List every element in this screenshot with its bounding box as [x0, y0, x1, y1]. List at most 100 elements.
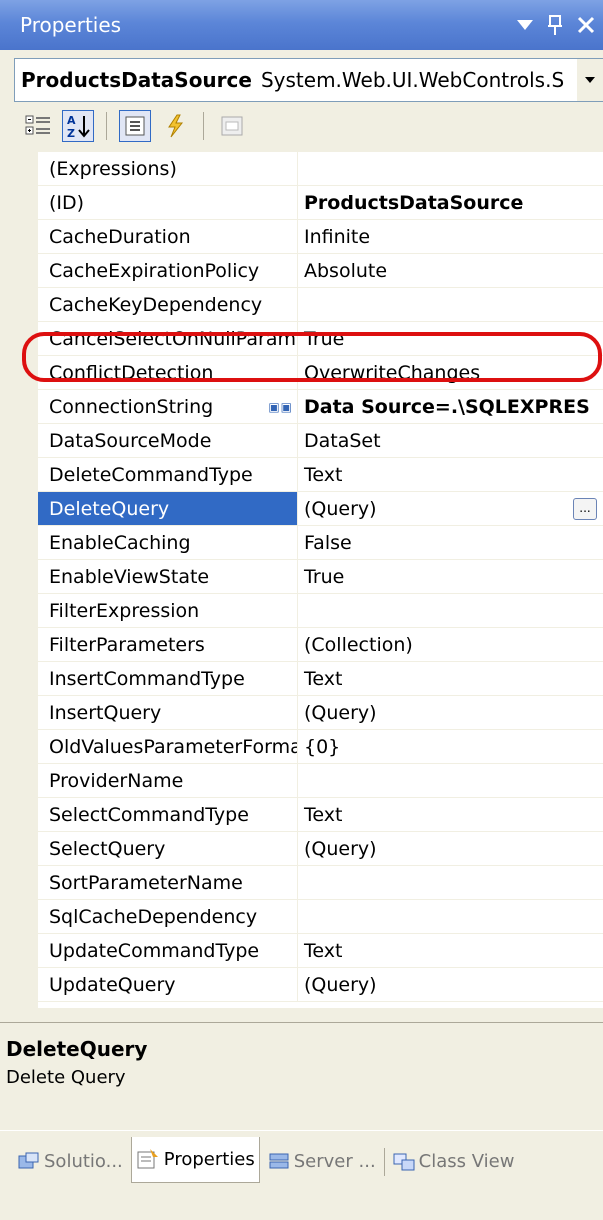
property-row[interactable]: DeleteCommandType Text	[38, 458, 603, 492]
property-row[interactable]: InsertQuery (Query)	[38, 696, 603, 730]
property-value[interactable]: OverwriteChanges	[298, 356, 603, 389]
chevron-down-icon[interactable]	[577, 59, 603, 101]
tab-properties[interactable]: Properties	[130, 1136, 260, 1183]
property-row[interactable]: (ID) ProductsDataSource	[38, 186, 603, 220]
property-name[interactable]: (Expressions)	[38, 152, 298, 185]
property-row[interactable]: FilterParameters (Collection)	[38, 628, 603, 662]
property-value[interactable]: False	[298, 526, 603, 559]
property-row[interactable]: CacheKeyDependency	[38, 288, 603, 322]
tool-window-tabs: Solutio... Properties Server ... Class V…	[0, 1130, 603, 1192]
property-row[interactable]: UpdateCommandType Text	[38, 934, 603, 968]
property-value[interactable]: ProductsDataSource	[298, 186, 603, 219]
property-row[interactable]: FilterExpression	[38, 594, 603, 628]
class-view-icon	[393, 1153, 415, 1170]
property-value[interactable]: DataSet	[298, 424, 603, 457]
window-title: Properties	[20, 13, 122, 37]
property-name[interactable]: InsertQuery	[38, 696, 298, 729]
alphabetical-icon[interactable]: A Z	[62, 110, 94, 142]
property-name[interactable]: UpdateCommandType	[38, 934, 298, 967]
property-name[interactable]: ConflictDetection	[38, 356, 298, 389]
property-pages-icon[interactable]	[216, 110, 248, 142]
property-value[interactable]: Absolute	[298, 254, 603, 287]
property-name[interactable]: SortParameterName	[38, 866, 298, 899]
property-row[interactable]: InsertCommandType Text	[38, 662, 603, 696]
svg-text:A: A	[67, 114, 76, 127]
property-value[interactable]	[298, 866, 603, 899]
property-name[interactable]: ProviderName	[38, 764, 298, 797]
property-value[interactable]: {0}	[298, 730, 603, 763]
property-name[interactable]: DeleteQuery	[38, 492, 298, 525]
property-name[interactable]: ConnectionString ▣▣	[38, 390, 298, 423]
property-value[interactable]	[298, 764, 603, 797]
property-name[interactable]: CacheKeyDependency	[38, 288, 298, 321]
property-row[interactable]: SelectQuery (Query)	[38, 832, 603, 866]
property-name[interactable]: DeleteCommandType	[38, 458, 298, 491]
property-value[interactable]: Text	[298, 662, 603, 695]
property-name[interactable]: SelectCommandType	[38, 798, 298, 831]
property-value[interactable]: Data Source=.\SQLEXPRES	[298, 390, 603, 423]
property-value[interactable]: Infinite	[298, 220, 603, 253]
connection-string-icon: ▣▣	[268, 400, 293, 414]
property-row[interactable]: CacheDuration Infinite	[38, 220, 603, 254]
property-name[interactable]: CancelSelectOnNullParamet	[38, 322, 298, 355]
object-type: System.Web.UI.WebControls.S	[260, 68, 565, 92]
property-name[interactable]: SelectQuery	[38, 832, 298, 865]
tab-solution-explorer[interactable]: Solutio...	[14, 1141, 127, 1183]
property-name[interactable]: EnableCaching	[38, 526, 298, 559]
property-value[interactable]: (Query)	[298, 492, 603, 525]
property-row[interactable]: ProviderName	[38, 764, 603, 798]
property-name[interactable]: FilterParameters	[38, 628, 298, 661]
property-name[interactable]: UpdateQuery	[38, 968, 298, 1001]
property-value[interactable]: Text	[298, 798, 603, 831]
property-row[interactable]: CacheExpirationPolicy Absolute	[38, 254, 603, 288]
property-name[interactable]: EnableViewState	[38, 560, 298, 593]
property-name[interactable]: FilterExpression	[38, 594, 298, 627]
object-selector[interactable]: ProductsDataSource System.Web.UI.WebCont…	[14, 58, 603, 102]
property-row[interactable]: UpdateQuery (Query)	[38, 968, 603, 1002]
property-value[interactable]	[298, 152, 603, 185]
property-row[interactable]: DeleteQuery (Query)...	[38, 492, 603, 526]
close-icon[interactable]	[577, 16, 595, 34]
dropdown-arrow-icon[interactable]	[517, 20, 533, 30]
tab-class-view[interactable]: Class View	[389, 1141, 519, 1183]
property-name[interactable]: OldValuesParameterForma	[38, 730, 298, 763]
property-row[interactable]: (Expressions)	[38, 152, 603, 186]
pin-icon[interactable]	[547, 14, 563, 36]
property-name[interactable]: CacheExpirationPolicy	[38, 254, 298, 287]
properties-toolbar: A Z	[14, 104, 603, 148]
property-row[interactable]: CancelSelectOnNullParamet True	[38, 322, 603, 356]
toolbar-separator	[106, 112, 107, 140]
property-value[interactable]: (Collection)	[298, 628, 603, 661]
property-row[interactable]: SqlCacheDependency	[38, 900, 603, 934]
property-name[interactable]: InsertCommandType	[38, 662, 298, 695]
property-value[interactable]: Text	[298, 934, 603, 967]
property-name[interactable]: (ID)	[38, 186, 298, 219]
property-row[interactable]: EnableViewState True	[38, 560, 603, 594]
server-explorer-icon	[269, 1153, 289, 1168]
property-value[interactable]: (Query)	[298, 968, 603, 1001]
property-value[interactable]: (Query)	[298, 696, 603, 729]
property-value[interactable]: Text	[298, 458, 603, 491]
property-value[interactable]	[298, 594, 603, 627]
property-name[interactable]: CacheDuration	[38, 220, 298, 253]
tab-label: Class View	[418, 1151, 515, 1172]
property-value[interactable]	[298, 288, 603, 321]
property-row[interactable]: ConnectionString ▣▣ Data Source=.\SQLEXPRE…	[38, 390, 603, 424]
events-icon[interactable]	[159, 110, 191, 142]
property-name[interactable]: DataSourceMode	[38, 424, 298, 457]
ellipsis-button[interactable]: ...	[573, 498, 597, 520]
property-row[interactable]: SortParameterName	[38, 866, 603, 900]
property-value[interactable]: True	[298, 322, 603, 355]
categorized-icon[interactable]	[22, 110, 54, 142]
property-row[interactable]: DataSourceMode DataSet	[38, 424, 603, 458]
property-row[interactable]: ConflictDetection OverwriteChanges	[38, 356, 603, 390]
property-value[interactable]	[298, 900, 603, 933]
tab-server-explorer[interactable]: Server ...	[264, 1141, 380, 1183]
property-value[interactable]: True	[298, 560, 603, 593]
property-row[interactable]: SelectCommandType Text	[38, 798, 603, 832]
property-name[interactable]: SqlCacheDependency	[38, 900, 298, 933]
property-value[interactable]: (Query)	[298, 832, 603, 865]
property-row[interactable]: OldValuesParameterForma {0}	[38, 730, 603, 764]
property-row[interactable]: EnableCaching False	[38, 526, 603, 560]
properties-icon[interactable]	[119, 110, 151, 142]
